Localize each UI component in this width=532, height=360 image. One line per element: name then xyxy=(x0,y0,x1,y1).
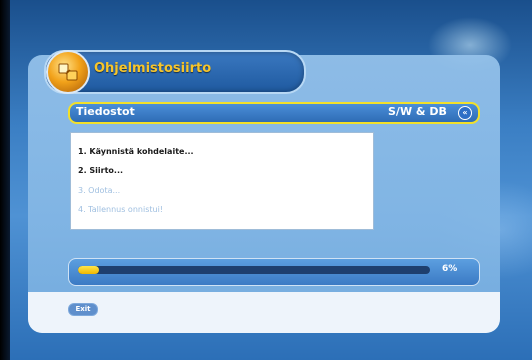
step-item: 4. Tallennus onnistui! xyxy=(78,205,163,214)
progress-bar xyxy=(78,266,430,274)
step-item: 1. Käynnistä kohdelaite... xyxy=(78,147,194,156)
tab-switch-icon[interactable]: « xyxy=(458,106,472,120)
page-title: Ohjelmistosiirto xyxy=(94,61,212,76)
step-item: 2. Siirto... xyxy=(78,166,124,175)
step-item: 3. Odota... xyxy=(78,186,121,195)
exit-button[interactable]: Exit xyxy=(68,303,98,316)
tab-files[interactable]: Tiedostot xyxy=(76,105,135,118)
progress-percent: 6% xyxy=(442,264,458,274)
tab-sw-db[interactable]: S/W & DB xyxy=(388,105,447,118)
progress-fill xyxy=(78,266,100,274)
software-transfer-icon xyxy=(46,50,90,94)
screen-edge xyxy=(0,0,10,360)
dialog-footer xyxy=(28,292,500,333)
